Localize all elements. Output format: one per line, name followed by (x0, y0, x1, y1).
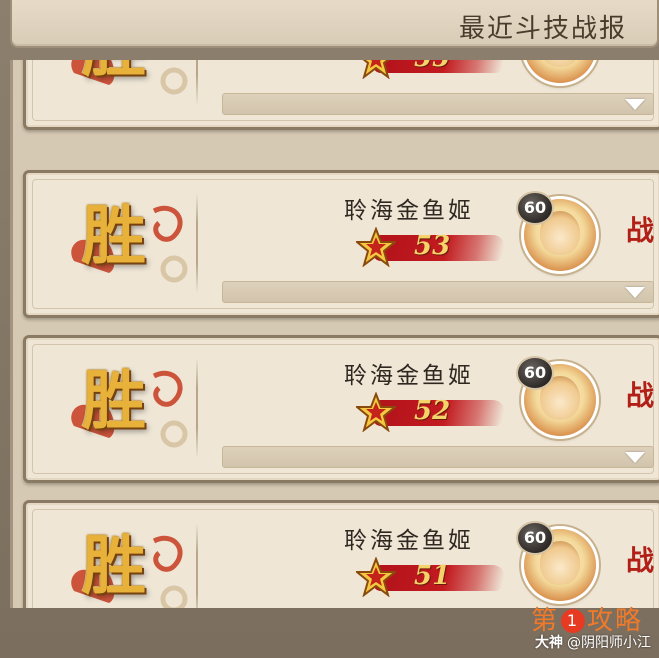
chevron-down-icon (625, 452, 645, 463)
victory-emblem: 胜 (64, 521, 188, 608)
battle-record: 胜 聆海金鱼姬 53 60 战 (23, 170, 659, 318)
level-badge: 60 (516, 521, 554, 555)
record-expand-bar[interactable] (222, 93, 654, 115)
chevron-down-icon (625, 287, 645, 298)
level-badge: 60 (516, 356, 554, 390)
rank-value: 51 (414, 561, 451, 591)
page-title: 最近斗技战报 (458, 14, 627, 44)
fight-button[interactable]: 战 (626, 209, 654, 249)
battle-record: 胜 55 战 (23, 60, 659, 130)
victory-emblem: 胜 (64, 356, 188, 456)
victory-emblem: 胜 (64, 191, 188, 291)
opponent-avatar[interactable]: 60 (516, 356, 606, 446)
watermark: 第 1 攻略 大神 @阴阳师小江 (491, 600, 651, 652)
rank-badge: 53 (356, 227, 516, 267)
victory-label: 胜 (82, 364, 146, 439)
record-expand-bar[interactable] (222, 281, 654, 303)
star-rank-icon (356, 392, 396, 432)
rank-value: 52 (414, 396, 451, 426)
opponent-name: 聆海金鱼姬 (344, 363, 474, 389)
rank-value: 53 (414, 231, 451, 261)
star-rank-icon (356, 227, 396, 267)
level-badge: 60 (516, 191, 554, 225)
opponent-avatar[interactable] (516, 60, 606, 93)
battle-record: 胜 聆海金鱼姬 52 60 战 (23, 335, 659, 483)
victory-label: 胜 (82, 529, 146, 604)
rank-badge: 52 (356, 392, 516, 432)
title-bar: 最近斗技战报 (10, 0, 659, 48)
record-expand-bar[interactable] (222, 446, 654, 468)
victory-label: 胜 (82, 199, 146, 274)
opponent-avatar[interactable]: 60 (516, 521, 606, 608)
opponent-avatar[interactable]: 60 (516, 191, 606, 281)
battle-record-list[interactable]: 胜 55 战 (10, 60, 659, 608)
fight-button[interactable]: 战 (626, 539, 654, 579)
star-rank-icon (362, 60, 390, 79)
victory-label: 胜 (82, 60, 146, 89)
watermark-credit: 大神 @阴阳师小江 (535, 635, 651, 651)
fight-button[interactable]: 战 (626, 60, 654, 61)
victory-emblem: 胜 (64, 60, 188, 103)
chevron-down-icon (625, 99, 645, 110)
battle-record: 胜 聆海金鱼姬 51 60 战 (23, 500, 659, 608)
rank-value: 55 (414, 60, 450, 73)
fight-button[interactable]: 战 (626, 374, 654, 414)
rank-badge: 51 (356, 557, 516, 597)
opponent-name: 聆海金鱼姬 (344, 528, 474, 554)
rank-badge: 55 (356, 60, 516, 79)
battle-report-screen: 最近斗技战报 胜 55 (0, 0, 659, 658)
opponent-name: 聆海金鱼姬 (344, 198, 474, 224)
star-rank-icon (356, 557, 396, 597)
